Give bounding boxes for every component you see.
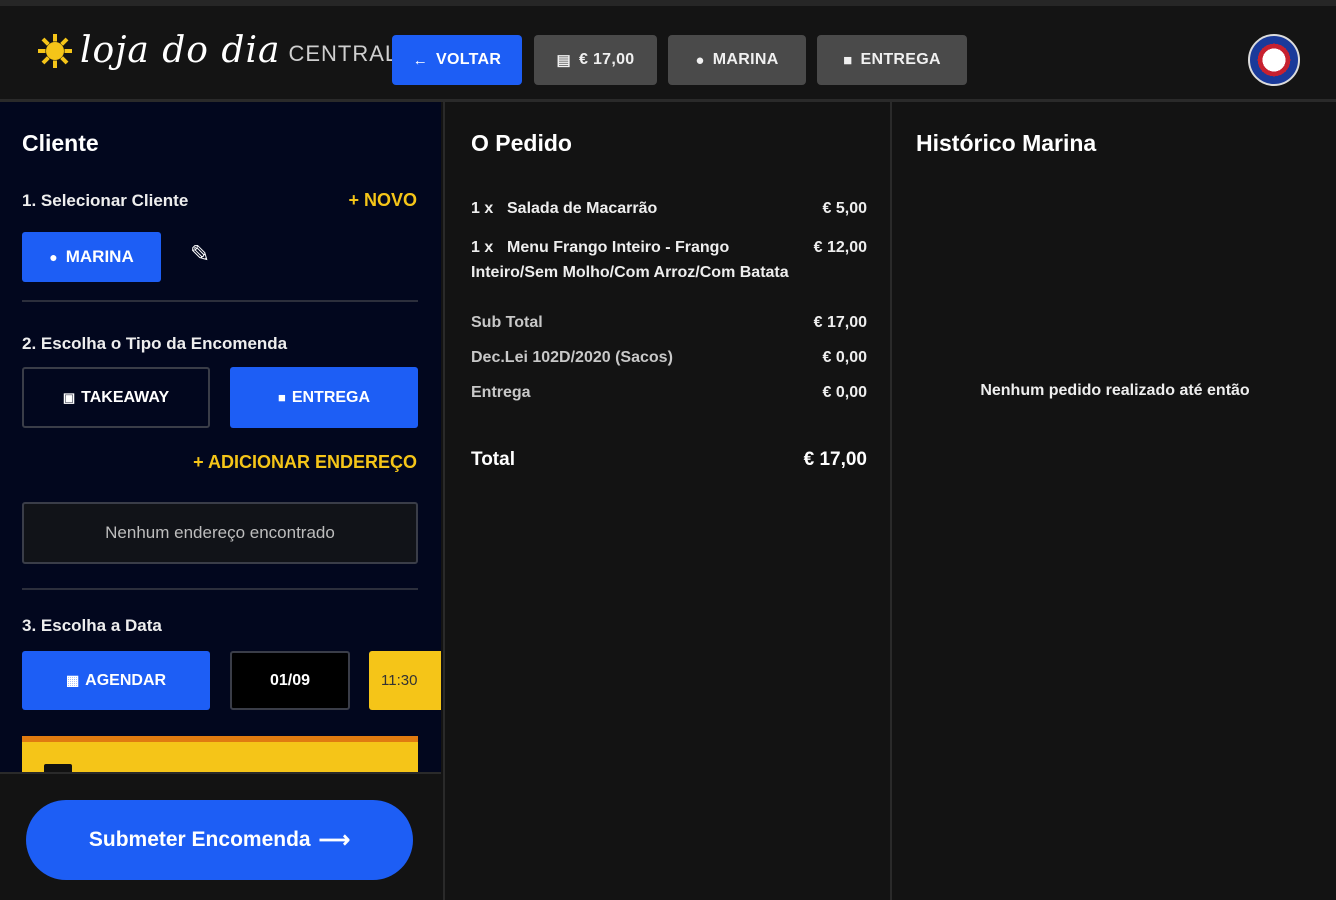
history-empty-message: Nenhum pedido realizado até então <box>980 382 1250 399</box>
client-panel-scroll[interactable]: Cliente 1. Selecionar Cliente + NOVO ● M… <box>0 102 441 772</box>
order-item-name: Menu Frango Inteiro - Frango <box>507 239 730 256</box>
total-value: € 17,00 <box>803 449 867 470</box>
calendar-icon <box>44 764 72 772</box>
new-client-link[interactable]: + NOVO <box>348 190 417 211</box>
person-icon: ● <box>695 51 705 69</box>
pencil-icon[interactable]: ✎ <box>190 240 220 270</box>
person-icon: ● <box>49 249 58 265</box>
step2-label: 2. Escolha o Tipo da Encomenda <box>22 334 288 353</box>
selected-client-label: MARINA <box>65 247 134 266</box>
client-button[interactable]: ● MARINA <box>668 35 806 85</box>
back-label: VOLTAR <box>436 51 502 68</box>
date-value: 01/09 <box>269 671 311 689</box>
bags-value: € 0,00 <box>822 349 867 366</box>
order-item-qty: 1 x <box>471 239 494 256</box>
no-address-text: Nenhum endereço encontrado <box>105 523 335 542</box>
delivery-fee-row: Entrega € 0,00 <box>471 384 867 402</box>
arrow-right-icon: ⟶ <box>318 827 351 852</box>
bags-row: Dec.Lei 102D/2020 (Sacos) € 0,00 <box>471 349 867 367</box>
order-item-name: Salada de Macarrão <box>507 200 658 217</box>
schedule-banner <box>22 736 418 772</box>
delivery-fee-value: € 0,00 <box>822 384 867 401</box>
add-address-link[interactable]: + ADICIONAR ENDEREÇO <box>193 452 417 473</box>
top-bar: loja do dia CENTRAL ← VOLTAR ▤ € 17,00 ●… <box>0 0 1336 102</box>
back-button[interactable]: ← VOLTAR <box>392 35 522 85</box>
order-item: 1 x Salada de Macarrão € 5,00 <box>471 196 867 221</box>
order-total-button[interactable]: ▤ € 17,00 <box>534 35 657 85</box>
delivery-label: ENTREGA <box>860 51 941 68</box>
total-row: Total € 17,00 <box>471 449 867 471</box>
selected-client-chip[interactable]: ● MARINA <box>22 232 161 282</box>
history-panel: Histórico Marina Nenhum pedido realizado… <box>890 102 1336 900</box>
order-item: 1 x Menu Frango Inteiro - Frango Inteiro/… <box>471 235 867 285</box>
total-label: Total <box>471 449 515 470</box>
truck-icon: ■ <box>277 390 286 405</box>
logo: loja do dia CENTRAL <box>38 30 398 71</box>
client-panel: Cliente 1. Selecionar Cliente + NOVO ● M… <box>0 102 441 900</box>
delivery-fee-label: Entrega <box>471 384 531 401</box>
takeaway-button[interactable]: ▣ TAKEAWAY <box>22 367 210 428</box>
client-panel-title: Cliente <box>22 130 99 156</box>
date-field[interactable]: 01/09 <box>230 651 350 710</box>
step3-label: 3. Escolha a Data <box>22 616 162 635</box>
bag-icon: ▣ <box>62 389 76 405</box>
step1-label: 1. Selecionar Cliente <box>22 191 189 210</box>
sun-icon <box>38 33 72 68</box>
delivery-button[interactable]: ■ ENTREGA <box>817 35 967 85</box>
submit-order-button[interactable]: Submeter Encomenda ⟶ <box>26 800 413 880</box>
time-field[interactable]: 11:30 <box>369 651 441 710</box>
avatar[interactable] <box>1248 34 1300 86</box>
truck-icon: ■ <box>843 51 853 69</box>
client-label: MARINA <box>712 51 779 68</box>
schedule-button[interactable]: ▦ AGENDAR <box>22 651 210 710</box>
schedule-label: AGENDAR <box>85 671 167 689</box>
history-panel-title: Histórico Marina <box>916 130 1097 156</box>
order-item-detail: Inteiro/Sem Molho/Com Arroz/Com Batata <box>471 264 789 281</box>
calendar-icon: ▦ <box>65 672 80 688</box>
bags-label: Dec.Lei 102D/2020 (Sacos) <box>471 349 673 366</box>
logo-text: loja do dia <box>80 30 281 71</box>
arrow-left-icon: ← <box>412 51 429 69</box>
order-panel-title: O Pedido <box>471 130 572 156</box>
delivery-type-label: ENTREGA <box>291 388 371 406</box>
order-item-price: € 5,00 <box>822 200 867 217</box>
subtotal-label: Sub Total <box>471 314 543 331</box>
order-item-price: € 12,00 <box>813 239 867 256</box>
receipt-icon: ▤ <box>556 52 571 69</box>
submit-area: Submeter Encomenda ⟶ <box>0 772 441 900</box>
order-panel: O Pedido 1 x Salada de Macarrão € 5,00 1 … <box>443 102 890 900</box>
order-item-qty: 1 x <box>471 200 494 217</box>
time-value: 11:30 <box>381 672 418 689</box>
order-total-label: € 17,00 <box>579 51 635 68</box>
subtotal-row: Sub Total € 17,00 <box>471 314 867 332</box>
divider <box>22 300 418 302</box>
divider <box>22 588 418 590</box>
submit-label: Submeter Encomenda <box>88 828 311 851</box>
delivery-type-button[interactable]: ■ ENTREGA <box>230 367 418 428</box>
address-box: Nenhum endereço encontrado <box>22 502 418 564</box>
logo-suffix: CENTRAL <box>288 40 399 66</box>
subtotal-value: € 17,00 <box>813 314 867 331</box>
takeaway-label: TAKEAWAY <box>81 388 170 406</box>
